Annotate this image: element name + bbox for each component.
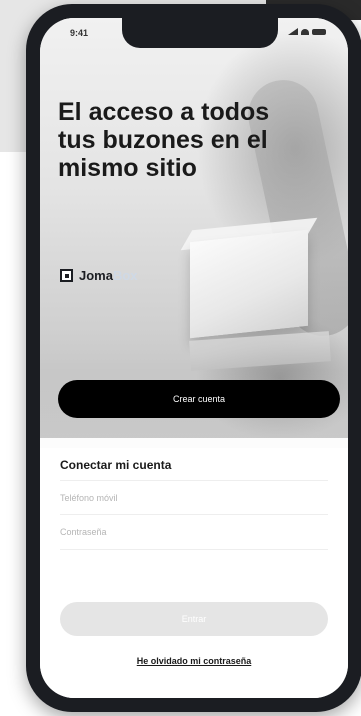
hero-photo xyxy=(40,18,348,448)
forgot-password-link[interactable]: He olvidado mi contraseña xyxy=(40,656,348,666)
brand-name-primary: Joma xyxy=(79,268,113,283)
password-input[interactable] xyxy=(60,527,328,537)
login-form: Conectar mi cuenta Entrar He olvidado mi… xyxy=(40,448,348,698)
phone-field-row xyxy=(60,480,328,515)
stage: 9:41 El acceso a todos tus buzones en el… xyxy=(0,0,361,716)
phone-notch xyxy=(122,18,278,48)
phone-screen: 9:41 El acceso a todos tus buzones en el… xyxy=(40,18,348,698)
hero-headline: El acceso a todos tus buzones en el mism… xyxy=(58,98,270,182)
create-account-button[interactable]: Crear cuenta xyxy=(58,380,340,418)
password-field-row xyxy=(60,514,328,550)
status-time: 9:41 xyxy=(70,28,89,38)
square-logo-icon xyxy=(60,269,73,282)
signal-icon xyxy=(288,28,298,35)
wifi-icon xyxy=(301,28,309,35)
phone-input[interactable] xyxy=(60,493,328,503)
battery-icon xyxy=(312,28,326,35)
brand-name-accent: Box xyxy=(112,268,138,283)
brand-logo: Joma Box xyxy=(60,268,138,283)
login-title: Conectar mi cuenta xyxy=(60,458,172,472)
enter-button[interactable]: Entrar xyxy=(60,602,328,636)
status-icons xyxy=(288,28,326,35)
phone-frame: 9:41 El acceso a todos tus buzones en el… xyxy=(26,4,361,712)
